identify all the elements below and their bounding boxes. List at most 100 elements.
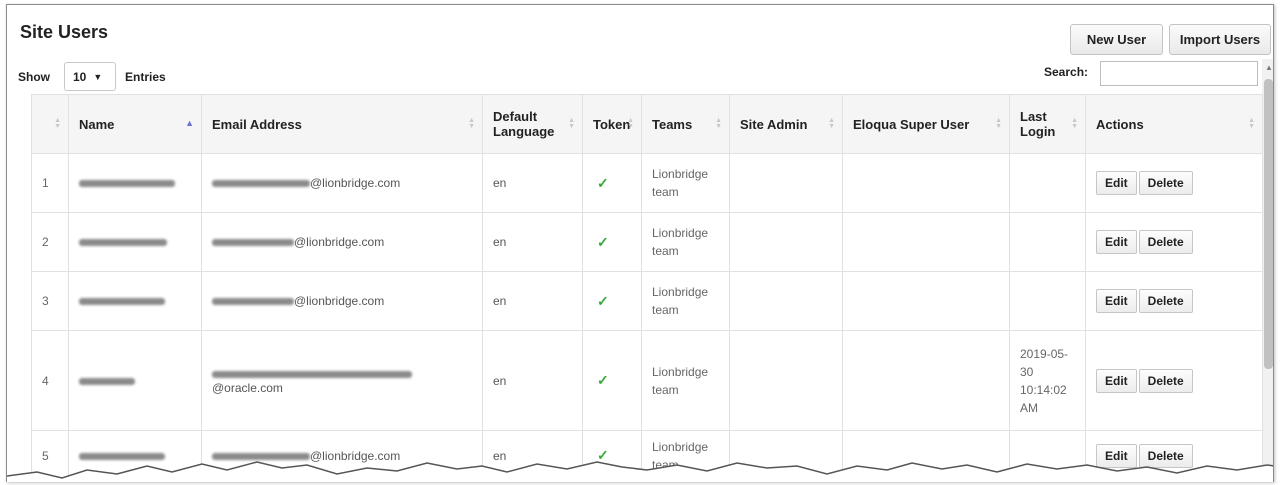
site-admin-cell (729, 330, 843, 431)
row-number: 3 (31, 271, 69, 331)
sort-icon[interactable]: ▲ ▼ (627, 117, 634, 130)
show-label: Show (18, 70, 50, 84)
row-number: 1 (31, 153, 69, 213)
vertical-scrollbar[interactable]: ▲ (1262, 59, 1273, 482)
site-admin-cell (729, 271, 843, 331)
column-header-eloqua-super-user[interactable]: Eloqua Super User ▲ ▼ (842, 94, 1010, 154)
redacted-name (79, 180, 175, 188)
scroll-up-icon[interactable]: ▲ (1265, 63, 1273, 72)
delete-button[interactable]: Delete (1138, 171, 1193, 195)
super-user-cell (842, 271, 1010, 331)
redacted-email (212, 370, 412, 378)
torn-edge (7, 461, 1273, 482)
token-cell: ✓ (582, 212, 642, 272)
column-header-default-language[interactable]: Default Language ▲ ▼ (482, 94, 583, 154)
column-header-label: Last Login (1020, 109, 1056, 139)
actions-cell: Edit Delete (1085, 271, 1263, 331)
token-cell: ✓ (582, 153, 642, 213)
check-icon: ✓ (597, 174, 609, 191)
token-cell: ✓ (582, 271, 642, 331)
column-header-site-admin[interactable]: Site Admin ▲ ▼ (729, 94, 843, 154)
edit-button[interactable]: Edit (1096, 171, 1137, 195)
teams-cell: Lionbridge team (641, 271, 730, 331)
entries-label: Entries (125, 70, 166, 84)
email-domain: @oracle.com (212, 380, 283, 395)
table-row: 2 @lionbridge.com en ✓ Lionbridge team Edit De… (31, 212, 1263, 272)
header-row: ▲ ▼ Name ▲ Email Address ▲ ▼ Default Language ▲ ▼… (31, 94, 1263, 154)
token-cell: ✓ (582, 330, 642, 431)
column-header-label: Teams (652, 116, 693, 132)
user-name-cell (68, 271, 202, 331)
sort-icon[interactable]: ▲ ▼ (568, 117, 575, 130)
chevron-down-icon: ▼ (93, 71, 103, 82)
super-user-cell (842, 153, 1010, 213)
column-header-label: Eloqua Super User (853, 116, 970, 132)
table-row: 4 @oracle.com en ✓ Lionbridge team 2019-05-30… (31, 330, 1263, 431)
column-header-index[interactable]: ▲ ▼ (31, 94, 69, 154)
entries-select[interactable]: 10 ▼ (64, 62, 116, 91)
teams-cell: Lionbridge team (641, 330, 730, 431)
edit-button[interactable]: Edit (1096, 289, 1137, 313)
actions-cell: Edit Delete (1085, 330, 1263, 431)
delete-button[interactable]: Delete (1138, 230, 1193, 254)
redacted-name (79, 298, 165, 306)
sort-icon[interactable]: ▲ ▼ (828, 117, 835, 130)
actions-cell: Edit Delete (1085, 212, 1263, 272)
email-domain: @lionbridge.com (310, 176, 401, 190)
redacted-name (79, 377, 135, 385)
new-user-button[interactable]: New User (1070, 24, 1163, 55)
language-cell: en (482, 271, 583, 331)
row-number: 4 (31, 330, 69, 431)
entries-value: 10 (73, 69, 87, 84)
email-domain: @lionbridge.com (294, 294, 385, 308)
check-icon: ✓ (597, 233, 609, 250)
column-header-label: Site Admin (740, 116, 808, 132)
last-login-cell: 2019-05-30 10:14:02 AM (1009, 330, 1086, 431)
last-login-cell (1009, 212, 1086, 272)
column-header-label: Token (593, 116, 631, 132)
user-name-cell (68, 153, 202, 213)
scrollbar-thumb[interactable] (1264, 79, 1273, 369)
delete-button[interactable]: Delete (1138, 368, 1193, 393)
page-title: Site Users (20, 22, 109, 42)
email-cell: @lionbridge.com (201, 271, 483, 331)
sort-icon[interactable]: ▲ ▼ (1071, 117, 1078, 130)
column-header-actions[interactable]: Actions ▲ ▼ (1085, 94, 1263, 154)
check-icon: ✓ (597, 292, 609, 309)
site-admin-cell (729, 212, 843, 272)
check-icon: ✓ (597, 372, 609, 388)
delete-button[interactable]: Delete (1138, 289, 1193, 313)
column-header-label: Email Address (212, 116, 302, 132)
column-header-last-login[interactable]: Last Login ▲ ▼ (1009, 94, 1086, 154)
sort-icon[interactable]: ▲ (185, 119, 194, 128)
email-cell: @lionbridge.com (201, 212, 483, 272)
language-cell: en (482, 330, 583, 431)
import-users-button[interactable]: Import Users (1169, 24, 1271, 55)
column-header-label: Default Language (493, 109, 555, 139)
sort-icon[interactable]: ▲ ▼ (54, 117, 61, 130)
column-header-email-address[interactable]: Email Address ▲ ▼ (201, 94, 483, 154)
site-admin-cell (729, 153, 843, 213)
redacted-name (79, 239, 167, 247)
edit-button[interactable]: Edit (1096, 368, 1137, 393)
language-cell: en (482, 153, 583, 213)
row-number: 2 (31, 212, 69, 272)
email-cell: @oracle.com (201, 330, 483, 431)
sort-icon[interactable]: ▲ ▼ (715, 117, 722, 130)
users-table: ▲ ▼ Name ▲ Email Address ▲ ▼ Default Language ▲ ▼… (31, 94, 1263, 481)
last-login-cell (1009, 271, 1086, 331)
edit-button[interactable]: Edit (1096, 230, 1137, 254)
email-cell: @lionbridge.com (201, 153, 483, 213)
column-header-name[interactable]: Name ▲ (68, 94, 202, 154)
super-user-cell (842, 212, 1010, 272)
search-input[interactable] (1100, 61, 1258, 86)
redacted-email (212, 180, 310, 188)
column-header-teams[interactable]: Teams ▲ ▼ (641, 94, 730, 154)
sort-icon[interactable]: ▲ ▼ (468, 117, 475, 130)
teams-cell: Lionbridge team (641, 153, 730, 213)
column-header-token[interactable]: Token ▲ ▼ (582, 94, 642, 154)
sort-icon[interactable]: ▲ ▼ (995, 117, 1002, 130)
search-label: Search: (1044, 65, 1089, 79)
redacted-email (212, 298, 294, 306)
sort-icon[interactable]: ▲ ▼ (1248, 117, 1255, 130)
